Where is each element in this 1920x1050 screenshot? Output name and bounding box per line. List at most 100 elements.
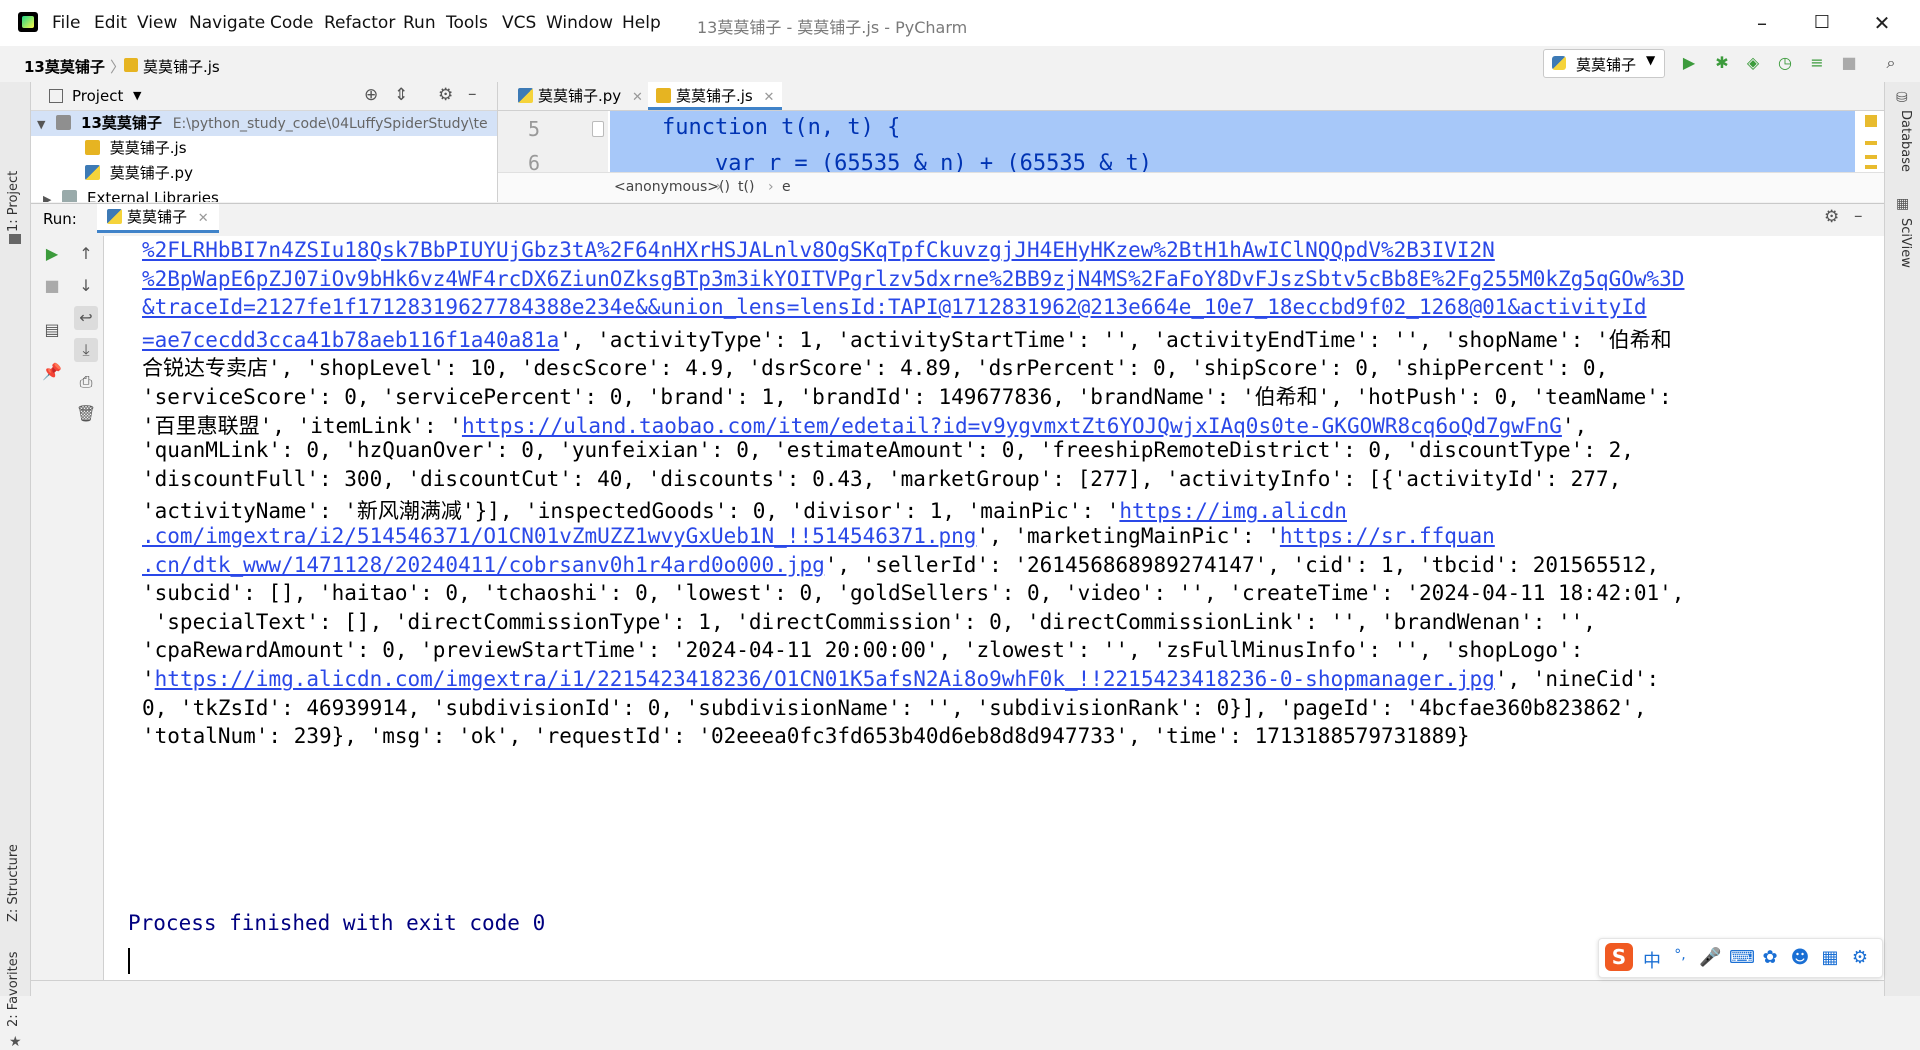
favorites-tool-tab[interactable]: 2: Favorites [6,951,21,1027]
ime-mode-toggle[interactable]: 中 [1641,947,1663,973]
chevron-down-icon[interactable]: ▼ [133,89,141,102]
console-line: 'serviceScore': 0, 'servicePercent': 0, … [142,381,1672,411]
breadcrumb-file[interactable]: 莫莫铺子.js [143,56,220,77]
emoji-icon[interactable]: ☻ [1789,947,1811,968]
menu-tools[interactable]: Tools [446,13,488,33]
close-button[interactable]: ✕ [1862,8,1902,38]
stop-icon[interactable]: ■ [1838,52,1860,74]
text-caret [128,948,130,974]
search-icon[interactable]: ⌕ [1880,52,1902,74]
menu-edit[interactable]: Edit [94,13,127,33]
console-text: 'quanMLink': 0, 'hzQuanOver': 0, 'yunfei… [142,438,1634,463]
keyboard-icon[interactable]: ⌨ [1729,947,1755,968]
tree-external-libraries-row[interactable]: ▶ External Libraries [31,186,497,202]
root-folder-path: E:\python_study_code\04LuffySpiderStudy\… [172,116,488,132]
build-icon[interactable]: ≡ [1806,52,1828,74]
tab-js-file[interactable]: 莫莫铺子.js ✕ [648,82,783,110]
collapse-all-icon[interactable]: ⇕ [394,85,408,105]
project-panel-header: Project ▼ ⊕ ⇕ ⚙ – [31,82,497,111]
warning-marker-icon[interactable] [1865,115,1877,127]
run-icon[interactable]: ▶ [1678,52,1700,74]
console-line: =ae7cecdd3cca41b78aeb116f1a40a81a', 'act… [142,324,1672,354]
menu-vcs[interactable]: VCS [502,13,536,33]
console-output[interactable]: %2FLRHbBI7n4ZSIu18Qsk7BbPIUYUjGbz3tA%2F6… [104,236,1884,996]
minimize-button[interactable]: – [1742,8,1782,38]
line-number: 5 [528,117,541,141]
run-tab[interactable]: 莫莫铺子 ✕ [97,204,219,233]
run-configuration-select[interactable]: 莫莫铺子 ▼ [1543,49,1665,78]
scroll-to-end-icon[interactable]: ⤓ [74,338,98,362]
menu-run[interactable]: Run [403,13,436,33]
soft-wrap-icon[interactable]: ↩ [74,306,98,330]
skin-icon[interactable]: ✿ [1759,947,1781,968]
menu-window[interactable]: Window [546,13,613,33]
arrow-down-icon[interactable]: ↓ [74,274,98,298]
profile-icon[interactable]: ◷ [1774,52,1796,74]
database-icon: ⛁ [1896,90,1908,106]
console-link[interactable]: &traceId=2127fe1f17128319627784388e234e&… [142,295,1647,319]
close-tab-icon[interactable]: ✕ [198,211,209,226]
console-link[interactable]: https://uland.taobao.com/item/edetail?id… [462,414,1562,438]
console-link[interactable]: .com/imgextra/i2/514546371/O1CN01vZmUZZ1… [142,524,976,548]
stop-icon[interactable]: ■ [40,274,64,298]
console-link[interactable]: .cn/dtk_www/1471128/20240411/cobrsanv0h1… [142,553,825,577]
chevron-right-icon: ▶ [43,193,52,202]
sogou-logo-icon[interactable]: S [1605,943,1633,971]
console-link[interactable]: https://img.alicdn [1119,499,1347,523]
console-link[interactable]: https://img.alicdn.com/imgextra/i1/22154… [155,667,1495,691]
ime-punctuation-toggle[interactable]: °, [1669,947,1691,963]
menu-help[interactable]: Help [622,13,661,33]
breadcrumb-project[interactable]: 13莫莫铺子 [24,56,105,77]
pin-icon[interactable]: 📌 [40,360,64,384]
pycharm-logo-icon [18,12,38,32]
crumb-anonymous[interactable]: <anonymous>() [614,179,730,195]
print-icon[interactable]: ⎙ [74,370,98,394]
project-panel-title[interactable]: Project [72,87,123,105]
layout-icon[interactable]: ▤ [40,318,64,342]
code-area[interactable]: function t(n, t) { var r = (65535 & n) +… [609,111,1884,176]
gear-icon[interactable]: ⚙ [1824,207,1839,227]
tab-label: 莫莫铺子.js [676,87,753,105]
tab-py-file[interactable]: 莫莫铺子.py ✕ [510,82,651,110]
menu-navigate[interactable]: Navigate [189,13,265,33]
structure-tool-tab[interactable]: Z: Structure [6,844,21,922]
trash-icon[interactable]: 🗑 [74,402,98,426]
arrow-up-icon[interactable]: ↑ [74,242,98,266]
gear-icon[interactable]: ⚙ [438,85,453,105]
hide-panel-icon[interactable]: – [1854,206,1863,226]
toolbox-icon[interactable]: ▦ [1819,947,1841,968]
microphone-icon[interactable]: 🎤 [1699,947,1721,968]
scroll-marker [1865,165,1877,169]
database-tool-tab[interactable]: Database [1898,110,1913,172]
tree-root-row[interactable]: ▼ 13莫莫铺子 E:\python_study_code\04LuffySpi… [31,111,497,136]
close-tab-icon[interactable]: ✕ [764,90,775,105]
close-tab-icon[interactable]: ✕ [632,90,643,105]
maximize-button[interactable]: ☐ [1802,8,1842,38]
tree-file-row[interactable]: 莫莫铺子.js [31,136,497,161]
folder-icon [56,115,72,130]
menu-code[interactable]: Code [270,13,314,33]
console-link[interactable]: https://sr.ffquan [1280,524,1495,548]
left-tool-stripe: 1: Project Z: Structure 2: Favorites ★ [0,82,31,1050]
sciview-tool-tab[interactable]: SciView [1898,218,1913,268]
console-text: 'cpaRewardAmount': 0, 'previewStartTime'… [142,638,1584,663]
fold-marker-icon[interactable] [592,121,604,137]
console-text: ', 'nineCid': [1494,667,1660,691]
menu-view[interactable]: View [137,13,177,33]
ime-settings-icon[interactable]: ⚙ [1849,947,1871,968]
window-title: 13莫莫铺子 - 莫莫铺子.js - PyCharm [697,18,968,37]
crumb-t[interactable]: t() [738,179,754,195]
hide-panel-icon[interactable]: – [468,84,477,104]
crumb-e[interactable]: e [782,179,791,195]
debug-icon[interactable]: ✱ [1711,52,1733,74]
menu-file[interactable]: File [52,13,80,33]
locate-icon[interactable]: ⊕ [364,85,378,105]
tree-file-row[interactable]: 莫莫铺子.py [31,161,497,186]
console-link[interactable]: %2BpWapE6pZJ07iOv9bHk6vz4WF4rcDX6ZiunOZk… [142,267,1684,291]
rerun-icon[interactable]: ▶ [40,242,64,266]
console-link[interactable]: =ae7cecdd3cca41b78aeb116f1a40a81a [142,328,559,352]
menu-refactor[interactable]: Refactor [324,13,395,33]
coverage-icon[interactable]: ◈ [1742,52,1764,74]
console-link[interactable]: %2FLRHbBI7n4ZSIu18Qsk7BbPIUYUjGbz3tA%2F6… [142,238,1495,262]
project-tool-tab[interactable]: 1: Project [6,171,21,232]
